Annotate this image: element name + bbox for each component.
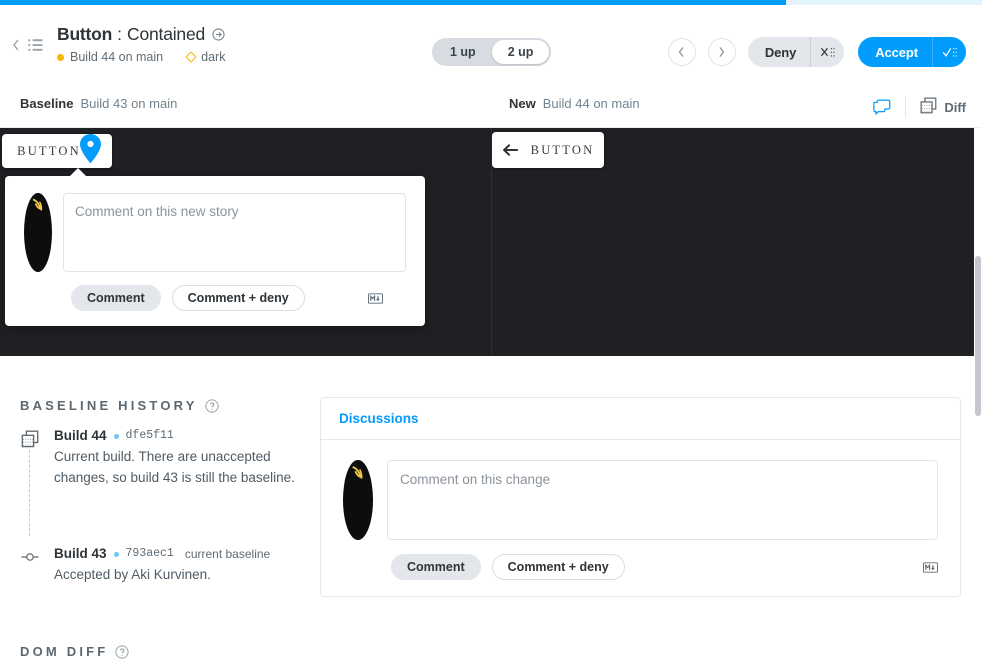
map-pin-icon[interactable] (78, 133, 103, 165)
comment-button[interactable]: Comment (391, 554, 481, 580)
comment-and-deny-button[interactable]: Comment + deny (491, 554, 625, 580)
build-name: Build 43 (54, 546, 107, 561)
discussions-card: Discussions Comment Comment + deny (320, 397, 961, 597)
commit-node-icon (20, 548, 40, 566)
new-build: Build 44 on main (542, 96, 640, 111)
new-snapshot-button-label: BUTTON (530, 142, 595, 157)
scrollbar-thumb[interactable] (975, 256, 981, 416)
discussions-header: Discussions (321, 398, 960, 440)
scrollbar-track[interactable] (974, 128, 982, 671)
build-name: Build 44 (54, 428, 107, 443)
build-hash: 793aec1 (125, 547, 174, 561)
build-hash: dfe5f11 (125, 429, 174, 443)
discussions-actions: Comment Comment + deny (391, 554, 938, 580)
page-title: Button : Contained (57, 23, 225, 44)
diff-button[interactable]: Diff (920, 97, 966, 117)
change-comment-input[interactable] (387, 460, 938, 540)
popover-actions: Comment Comment + deny (71, 285, 425, 311)
accept-shortcut-icon[interactable] (932, 37, 966, 67)
list-icon[interactable] (28, 38, 43, 52)
build-status: Build 44 on main (57, 50, 163, 64)
new-label: New (509, 96, 536, 111)
baseline-history-heading: Baseline History (20, 398, 219, 413)
diff-button-label: Diff (944, 99, 966, 115)
markdown-icon[interactable] (367, 292, 383, 304)
theme-mode: dark (185, 50, 226, 65)
view-mode-toggle[interactable]: 1 up 2 up (432, 38, 552, 66)
avatar (24, 193, 52, 272)
theme-diamond-icon (185, 51, 197, 63)
timeline-connector (29, 450, 30, 536)
comment-icon[interactable] (873, 99, 891, 115)
baseline-history-list: Build 44 dfe5f11 Current build. There ar… (20, 428, 300, 586)
history-item[interactable]: Build 44 dfe5f11 Current build. There ar… (20, 428, 300, 536)
status-dot-icon (57, 53, 64, 61)
title-block: Button : Contained Build 44 on main dark (57, 23, 225, 64)
circle-arrow-icon[interactable] (212, 28, 225, 41)
snapshot-squares-icon (20, 430, 40, 448)
title-separator: : (117, 23, 123, 44)
header-actions: Deny Accept (667, 37, 966, 67)
deny-button-label: Deny (764, 44, 797, 60)
new-story-comment-input[interactable] (63, 193, 406, 272)
title-metadata: Build 44 on main dark (57, 50, 225, 64)
story-name: Contained (127, 23, 206, 44)
dom-diff-heading: DOM Diff (20, 644, 130, 659)
divider (905, 97, 907, 117)
accept-button[interactable]: Accept (858, 37, 966, 67)
commit-dot-icon (113, 551, 119, 557)
deny-button[interactable]: Deny (747, 37, 845, 67)
chevron-left-icon[interactable] (11, 38, 21, 52)
comment-and-deny-button[interactable]: Comment + deny (171, 285, 305, 311)
avatar (343, 460, 373, 540)
help-circle-icon[interactable] (115, 644, 130, 659)
accept-button-label: Accept (875, 44, 918, 60)
dom-diff-title-label: DOM Diff (20, 644, 109, 659)
theme-label: dark (201, 50, 226, 65)
discussions-body (321, 440, 960, 540)
toggle-option-1up[interactable]: 1 up (434, 40, 492, 64)
build-header: Build 43 793aec1 current baseline (54, 546, 300, 562)
new-snapshot-button[interactable]: BUTTON (492, 132, 604, 168)
diff-squares-icon (920, 97, 937, 117)
help-circle-icon[interactable] (205, 398, 219, 413)
popover-body (5, 176, 425, 272)
markdown-icon[interactable] (923, 561, 938, 573)
discussions-title[interactable]: Discussions (339, 411, 419, 426)
comment-button[interactable]: Comment (71, 285, 161, 311)
build-status-label: Build 44 on main (70, 50, 164, 65)
new-story-comment-popover: Comment Comment + deny (5, 168, 425, 326)
baseline-label: Baseline (20, 96, 74, 111)
new-info: New Build 44 on main (509, 96, 640, 111)
component-name: Button (57, 23, 113, 44)
history-item[interactable]: Build 43 793aec1 current baseline Accept… (20, 546, 300, 586)
baseline-history-title-label: Baseline History (20, 398, 198, 413)
build-header: Build 44 dfe5f11 (54, 428, 300, 444)
toggle-option-2up[interactable]: 2 up (491, 40, 550, 64)
commit-dot-icon (113, 433, 119, 439)
baseline-build: Build 43 on main (80, 96, 178, 111)
app-header: Button : Contained Build 44 on main dark… (0, 5, 982, 85)
build-description: Current build. There are unaccepted chan… (54, 449, 295, 486)
next-change-button[interactable] (707, 38, 736, 66)
previous-change-button[interactable] (667, 38, 696, 66)
baseline-info: Baseline Build 43 on main (20, 96, 177, 111)
build-description: Accepted by Aki Kurvinen. (54, 567, 211, 583)
compare-bar: Baseline Build 43 on main New Build 44 o… (0, 85, 982, 128)
baseline-snapshot-button-label: BUTTON (17, 143, 81, 158)
header-nav-group (11, 38, 43, 52)
build-tag: current baseline (184, 546, 271, 561)
deny-shortcut-icon[interactable] (810, 37, 844, 67)
arrow-left-icon (502, 143, 519, 157)
compare-actions: Diff (873, 93, 966, 121)
